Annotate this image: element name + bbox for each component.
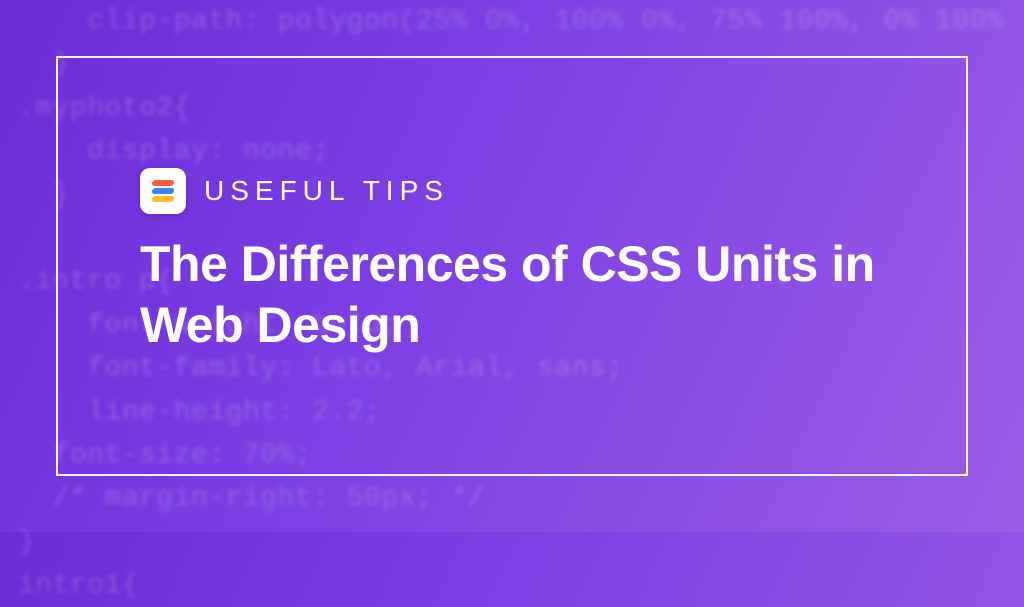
eyebrow-row: USEFUL TIPS: [140, 168, 904, 214]
content-block: USEFUL TIPS The Differences of CSS Units…: [140, 168, 904, 356]
eyebrow-label: USEFUL TIPS: [204, 175, 449, 207]
logo-badge: [140, 168, 186, 214]
stackable-logo-icon: [150, 178, 176, 204]
article-title: The Differences of CSS Units in Web Desi…: [140, 234, 904, 356]
